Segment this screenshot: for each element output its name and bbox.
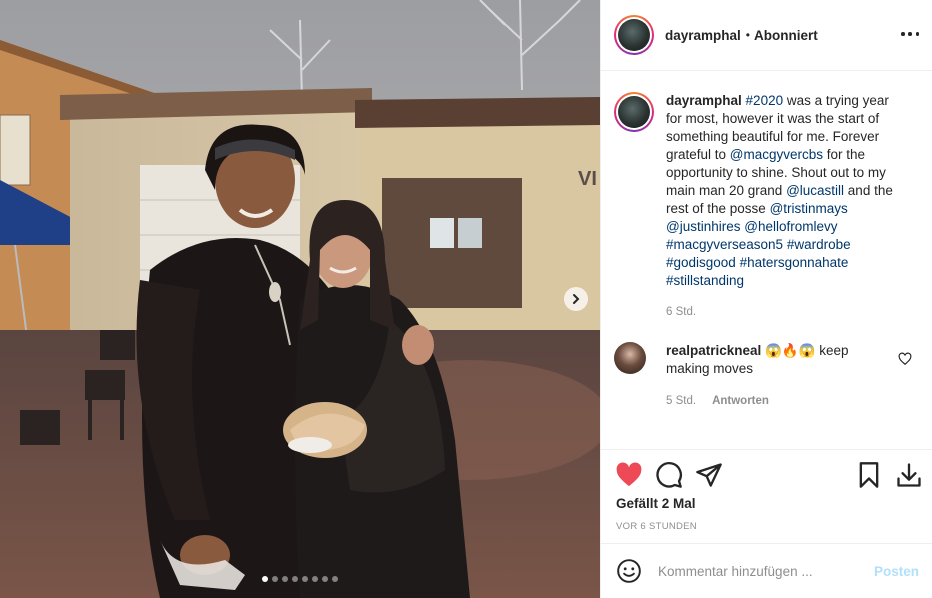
carousel-dot <box>302 576 308 582</box>
save-bookmark-icon[interactable] <box>855 461 883 489</box>
action-bar <box>601 449 932 499</box>
header-separator: • <box>745 28 750 42</box>
caption-link[interactable]: #wardrobe <box>787 237 851 252</box>
next-slide-button[interactable] <box>564 287 588 311</box>
post-caption: dayramphal #2020 was a trying year for m… <box>614 92 924 290</box>
caption-link[interactable]: #hatersgonnahate <box>740 255 849 270</box>
like-count[interactable]: Gefällt 2 Mal <box>616 496 696 511</box>
carousel-dot <box>322 576 328 582</box>
caption-link[interactable]: @justinhires <box>666 219 740 234</box>
carousel-dot <box>292 576 298 582</box>
carousel-dot <box>262 576 268 582</box>
post-photo[interactable]: VI <box>0 0 600 598</box>
caption-link[interactable]: #2020 <box>746 93 784 108</box>
carousel-dot <box>312 576 318 582</box>
instagram-post-modal: VI dayramphal • Abonniert dayramphal #20… <box>0 0 932 598</box>
comment-text: realpatrickneal 😱🔥😱 keep making moves <box>666 342 892 378</box>
share-icon[interactable] <box>695 461 723 489</box>
post-sidebar: dayramphal • Abonniert dayramphal #2020 … <box>600 0 932 598</box>
dot-icon <box>901 32 905 36</box>
post-comment-button[interactable]: Posten <box>874 564 919 579</box>
caption-link[interactable]: @hellofromlevy <box>744 219 837 234</box>
post-timestamp: VOR 6 STUNDEN <box>616 521 697 532</box>
caption-link[interactable]: #stillstanding <box>666 273 744 288</box>
svg-text:VI: VI <box>578 168 597 190</box>
author-avatar[interactable] <box>614 15 654 55</box>
caption-link[interactable]: @tristinmays <box>770 201 848 216</box>
dot-icon <box>915 32 919 36</box>
caption-link[interactable]: #godisgood <box>666 255 736 270</box>
commenter-avatar[interactable] <box>614 342 646 374</box>
caption-body: #2020 was a trying year for most, howeve… <box>666 93 893 288</box>
more-options-button[interactable] <box>901 27 919 41</box>
comment-icon[interactable] <box>655 461 683 489</box>
caption-username[interactable]: dayramphal <box>666 93 742 108</box>
author-username[interactable]: dayramphal <box>665 28 741 43</box>
comment-like-icon[interactable] <box>898 352 912 366</box>
carousel-dot <box>332 576 338 582</box>
comment-item: realpatrickneal 😱🔥😱 keep making moves <box>614 342 924 378</box>
commenter-username[interactable]: realpatrickneal <box>666 343 761 358</box>
caption-link[interactable]: #macgyverseason5 <box>666 237 783 252</box>
caption-text: dayramphal #2020 was a trying year for m… <box>666 92 906 290</box>
post-header: dayramphal • Abonniert <box>601 0 932 71</box>
emoji-icon[interactable] <box>616 558 642 584</box>
chevron-right-icon <box>573 294 580 304</box>
caption-time: 6 Std. <box>666 306 697 318</box>
carousel-dot <box>282 576 288 582</box>
reply-button[interactable]: Antworten <box>712 395 769 407</box>
caption-link[interactable]: @lucastill <box>786 183 844 198</box>
photo-scene: VI <box>0 0 600 598</box>
carousel-indicator <box>0 576 600 582</box>
download-icon[interactable] <box>895 461 923 489</box>
comment-time: 5 Std. <box>666 395 697 407</box>
carousel-dot <box>272 576 278 582</box>
comment-input[interactable] <box>658 563 858 579</box>
caption-avatar[interactable] <box>614 92 654 132</box>
caption-link[interactable]: @macgyvercbs <box>730 147 823 162</box>
comment-composer: Posten <box>601 543 932 598</box>
dot-icon <box>908 32 912 36</box>
follow-status[interactable]: Abonniert <box>754 28 818 43</box>
like-heart-icon[interactable] <box>615 461 643 489</box>
comment-meta: 5 Std. Antworten <box>666 395 769 407</box>
